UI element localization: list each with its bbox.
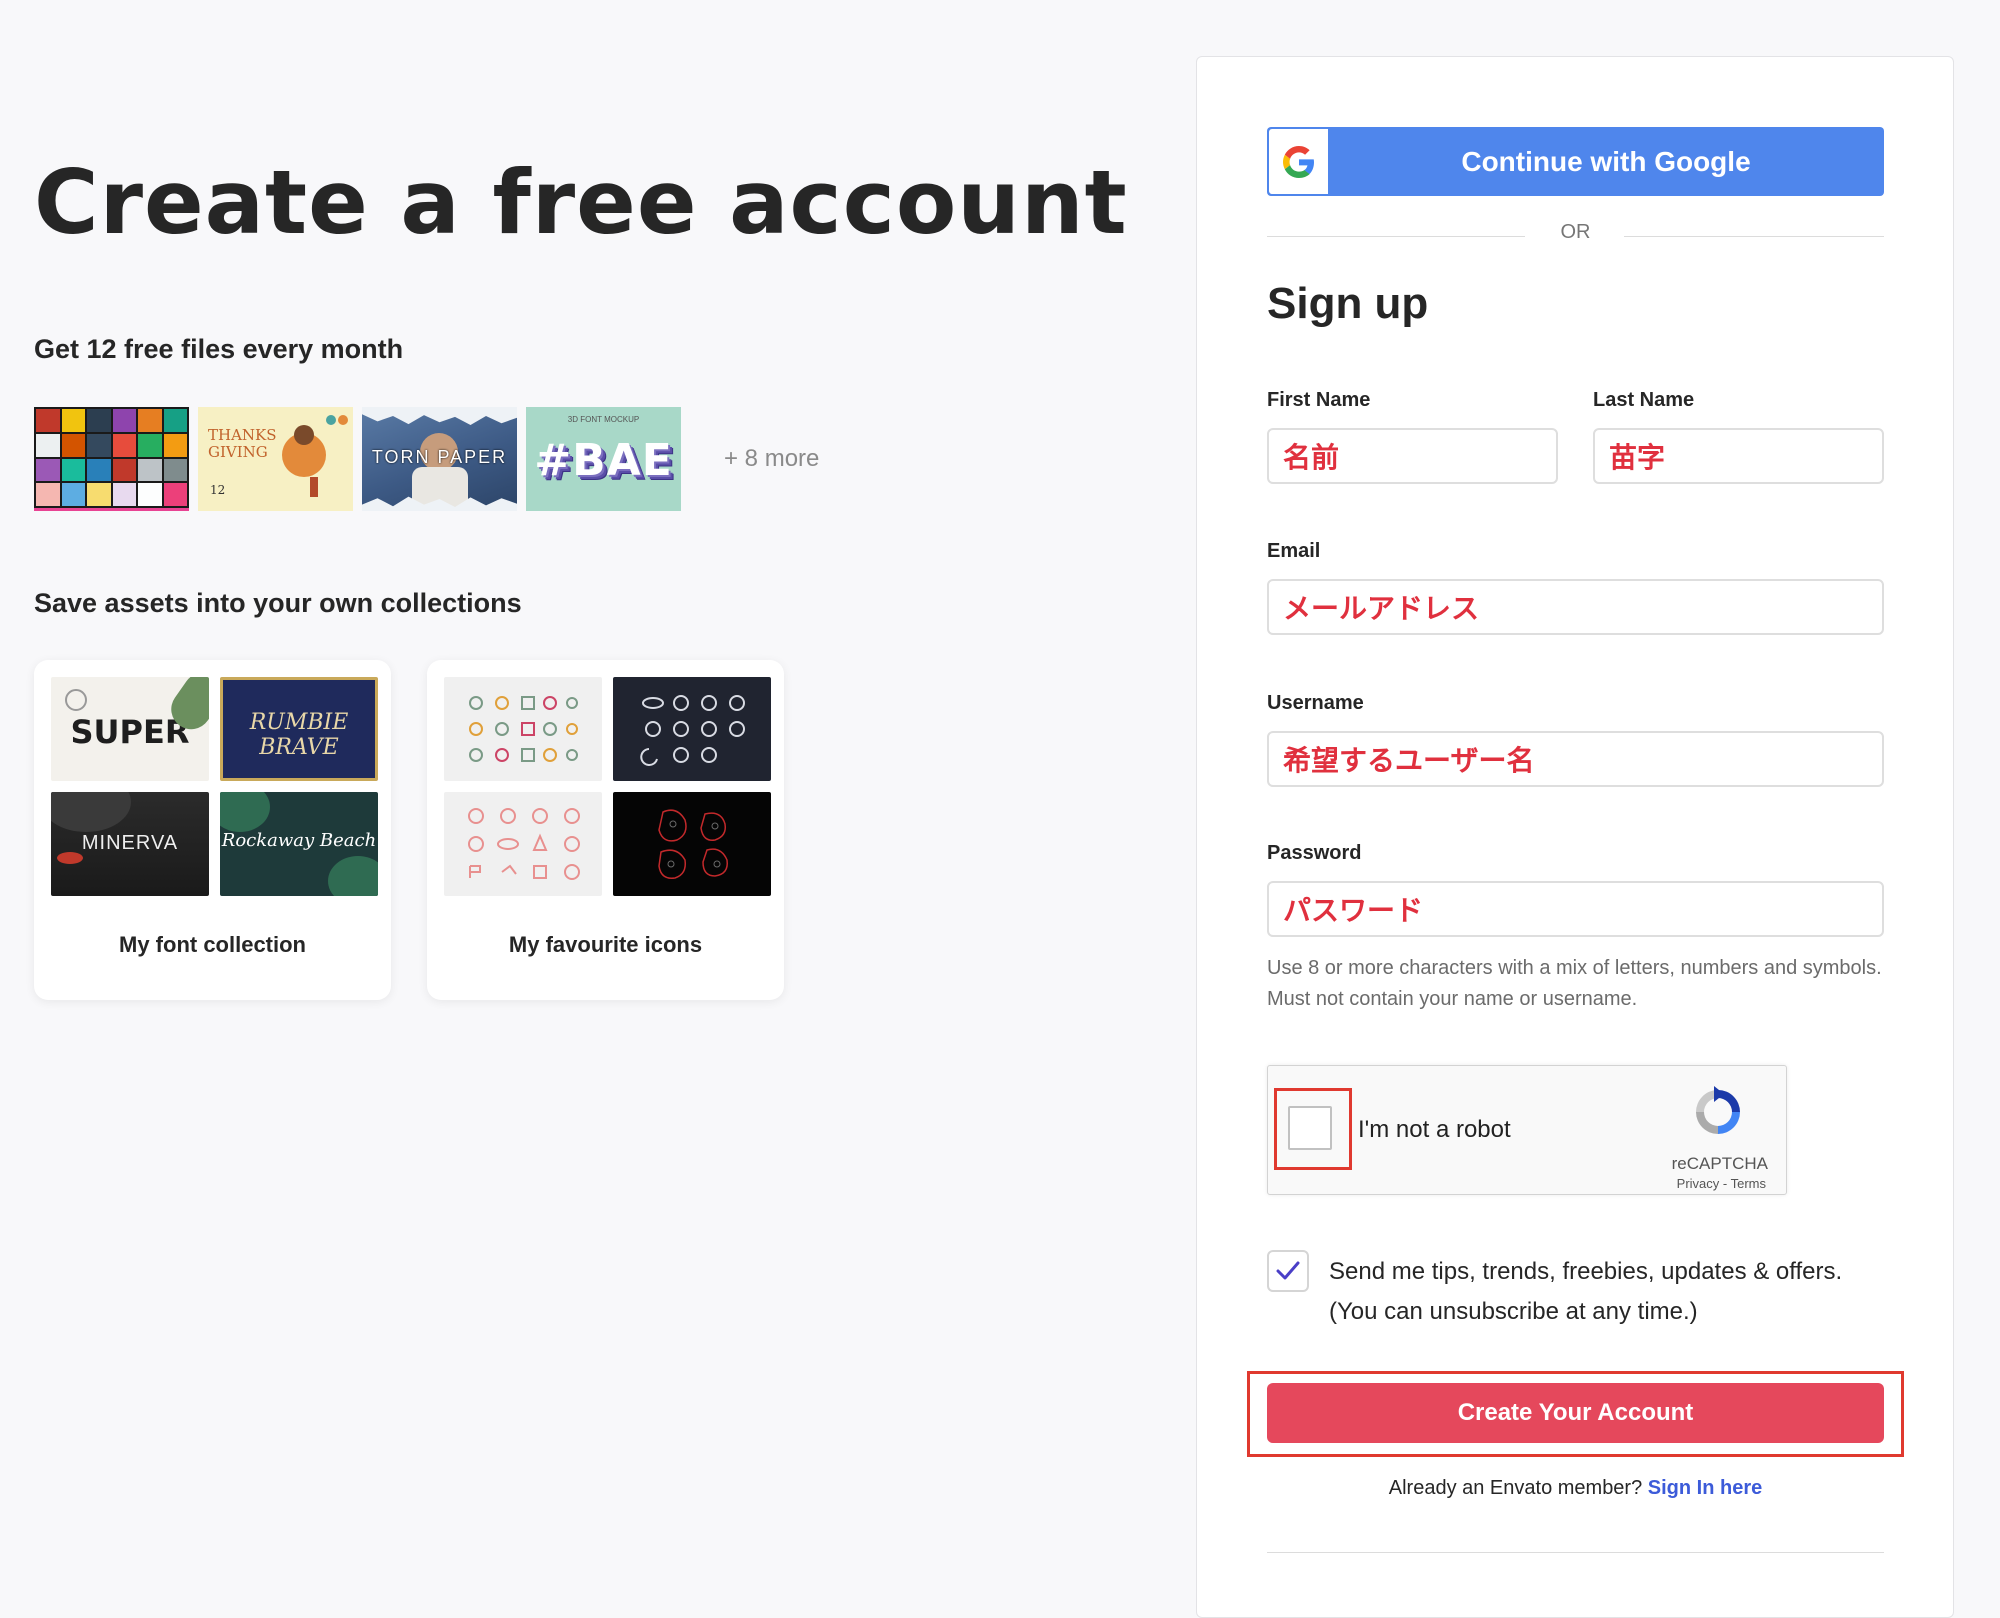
thumbnail-torn-paper[interactable]: TORN PAPER — [362, 407, 517, 511]
last-name-label: Last Name — [1593, 389, 1695, 411]
thumbnail-thanksgiving[interactable]: THANKS GIVING 12 — [198, 407, 353, 511]
font-tile-minerva: MINERVA — [51, 792, 209, 896]
icon-tile-space-dark — [613, 677, 771, 781]
password-hint: Use 8 or more characters with a mix of l… — [1267, 957, 1882, 1010]
recaptcha-widget: I'm not a robot reCAPTCHA Privacy - Term… — [1267, 1065, 1787, 1195]
font-tile-rumbie-brave: RUMBIE BRAVE — [220, 677, 378, 781]
newsletter-line-1: Send me tips, trends, freebies, updates … — [1329, 1258, 1843, 1285]
recaptcha-privacy-terms[interactable]: Privacy - Terms — [1677, 1176, 1766, 1191]
newsletter-label: Send me tips, trends, freebies, updates … — [1329, 1252, 1929, 1332]
collections-heading: Save assets into your own collections — [34, 588, 522, 618]
signup-panel: Continue with Google OR Sign up First Na… — [1196, 56, 1954, 1618]
or-divider: OR — [1267, 221, 1884, 251]
already-member-text: Already an Envato member? — [1388, 1477, 1643, 1499]
username-label: Username — [1267, 692, 1364, 714]
font-tile-rockaway-beach: Rockaway Beach — [220, 792, 378, 896]
google-button-label: Continue with Google — [1461, 145, 1751, 177]
checkmark-icon — [1276, 1261, 1300, 1280]
google-logo-icon — [1269, 129, 1328, 194]
page-title: Create a free account — [34, 151, 1128, 254]
free-files-thumbnails: THANKS GIVING 12 TORN PAPER 3D FONT MOCK… — [34, 407, 819, 511]
thumbnail-thanksgiving-line1: THANKS — [208, 426, 277, 444]
thumbnail-thanksgiving-count: 12 — [210, 483, 226, 497]
icon-tile-space-color — [444, 677, 602, 781]
first-name-field[interactable]: 名前 — [1267, 428, 1558, 484]
recaptcha-brand: reCAPTCHA — [1671, 1154, 1768, 1173]
collection-title: My favourite icons — [508, 932, 703, 957]
first-name-label: First Name — [1267, 389, 1371, 411]
password-label: Password — [1267, 842, 1362, 864]
thumbnail-3d-font-caption: 3D FONT MOCKUP — [567, 415, 640, 424]
collection-preview-grid — [444, 677, 771, 896]
collection-card-fonts[interactable]: SUPER RUMBIE BRAVE MINERVA Rockaway Beac… — [34, 660, 391, 1000]
continue-with-google-button[interactable]: Continue with Google — [1267, 127, 1884, 196]
thumbnail-poster-collage[interactable] — [34, 407, 189, 511]
signin-prompt: Already an Envato member? Sign In here — [1267, 1477, 1884, 1500]
recaptcha-label: I'm not a robot — [1358, 1116, 1511, 1143]
newsletter-line-2: (You can unsubscribe at any time.) — [1329, 1298, 1698, 1325]
thumbnail-torn-paper-label: TORN PAPER — [371, 447, 508, 467]
create-account-button[interactable]: Create Your Account — [1267, 1383, 1884, 1443]
recaptcha-logo-icon — [1696, 1086, 1740, 1134]
or-label: OR — [1560, 221, 1591, 243]
more-files-link[interactable]: + 8 more — [724, 445, 819, 473]
newsletter-checkbox[interactable] — [1267, 1250, 1309, 1292]
font-tile-super: SUPER — [51, 677, 209, 781]
username-field[interactable]: 希望するユーザー名 — [1267, 731, 1884, 787]
last-name-field[interactable]: 苗字 — [1593, 428, 1884, 484]
email-field[interactable]: メールアドレス — [1267, 579, 1884, 635]
thumbnail-thanksgiving-line2: GIVING — [208, 443, 268, 461]
thumbnail-3d-font[interactable]: 3D FONT MOCKUP #BAE — [526, 407, 681, 511]
email-label: Email — [1267, 540, 1321, 562]
recaptcha-checkbox[interactable] — [1288, 1106, 1332, 1150]
thumbnail-3d-font-text: #BAE — [534, 435, 673, 486]
collection-card-icons[interactable]: My favourite icons — [427, 660, 784, 1000]
collection-preview-grid: SUPER RUMBIE BRAVE MINERVA Rockaway Beac… — [51, 677, 378, 896]
password-field[interactable]: パスワード — [1267, 881, 1884, 937]
signup-title: Sign up — [1267, 279, 1429, 328]
icon-tile-neon — [613, 792, 771, 896]
icon-tile-space-pink — [444, 792, 602, 896]
free-files-heading: Get 12 free files every month — [34, 334, 404, 364]
signin-link[interactable]: Sign In here — [1648, 1477, 1762, 1499]
collection-title: My font collection — [119, 932, 306, 957]
panel-divider — [1267, 1552, 1884, 1553]
